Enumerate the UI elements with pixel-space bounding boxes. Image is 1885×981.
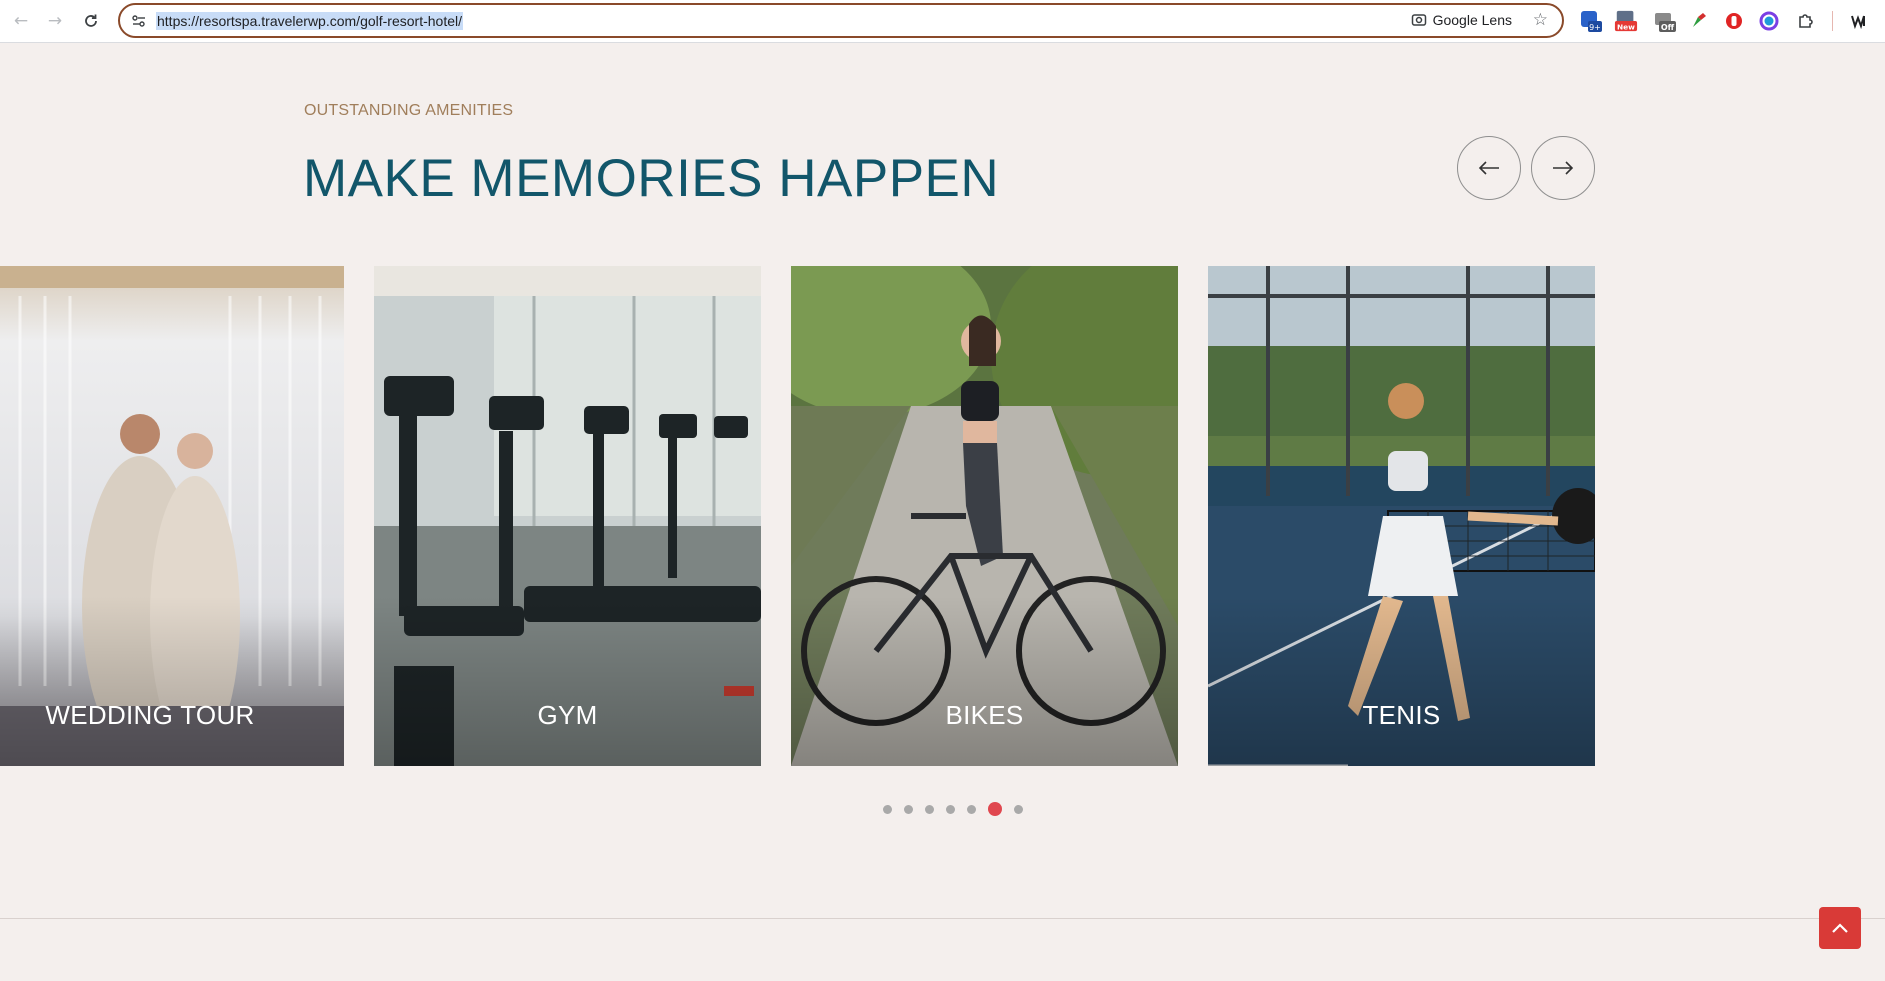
arrow-right-icon: [1553, 161, 1574, 175]
amenity-card-tenis[interactable]: TENIS: [1208, 266, 1595, 766]
carousel-next-button[interactable]: [1531, 136, 1595, 200]
arrow-left-icon: [1478, 161, 1499, 175]
ext-off-badge: Off: [1661, 23, 1675, 32]
carousel-dot-1[interactable]: [883, 804, 892, 814]
card-title: TENIS: [1362, 700, 1441, 730]
card-shade: [0, 596, 344, 766]
extension-toggle-icon[interactable]: Off: [1653, 9, 1677, 33]
card-title: GYM: [537, 700, 598, 730]
bookmark-star-icon[interactable]: ☆: [1533, 10, 1548, 30]
carousel-dot-6[interactable]: [988, 802, 1002, 816]
google-lens-button[interactable]: Google Lens: [1411, 12, 1512, 28]
extension-stop-icon[interactable]: [1722, 9, 1746, 33]
lens-label: Google Lens: [1432, 12, 1512, 28]
section-title: MAKE MEMORIES HAPPEN: [303, 149, 1000, 208]
amenity-card-gym[interactable]: GYM: [374, 266, 761, 766]
amenity-card-wedding[interactable]: WEDDING TOUR: [0, 266, 344, 766]
reload-button[interactable]: [78, 8, 104, 34]
card-title: WEDDING TOUR: [45, 700, 255, 730]
carousel-dot-7[interactable]: [1014, 804, 1023, 814]
toolbar-separator: [1832, 11, 1833, 31]
reload-icon: [85, 14, 97, 27]
scroll-to-top-button[interactable]: [1819, 907, 1861, 949]
carousel-dot-2[interactable]: [904, 804, 913, 814]
card-shade: [1208, 596, 1595, 766]
carousel-dot-5[interactable]: [967, 804, 976, 814]
address-bar[interactable]: https://resortspa.travelerwp.com/golf-re…: [118, 3, 1564, 38]
amenity-card-bikes[interactable]: BIKES: [791, 266, 1178, 766]
carousel-prev-button[interactable]: [1457, 136, 1521, 200]
extension-wp-icon[interactable]: [1847, 9, 1871, 33]
extension-rainbow-icon[interactable]: [1757, 9, 1781, 33]
extension-translate-icon[interactable]: 9+: [1579, 9, 1603, 33]
extension-news-icon[interactable]: New: [1614, 9, 1638, 33]
extensions-puzzle-icon[interactable]: [1794, 9, 1818, 33]
ext-new-badge: New: [1617, 22, 1635, 31]
carousel-dot-4[interactable]: [946, 804, 955, 814]
back-button[interactable]: ←: [8, 8, 34, 34]
site-settings-icon[interactable]: [130, 12, 148, 30]
card-shade: [374, 596, 761, 766]
carousel-dot-3[interactable]: [925, 804, 934, 814]
card-title: BIKES: [945, 700, 1024, 730]
carousel-pagination: [883, 802, 1023, 816]
section-divider: [0, 918, 1885, 919]
forward-button[interactable]: →: [42, 8, 68, 34]
card-shade: [791, 596, 1178, 766]
lens-icon: [1411, 14, 1426, 26]
ext-counter-badge: 9+: [1589, 23, 1601, 32]
extension-color-picker-icon[interactable]: [1687, 9, 1711, 33]
url-text[interactable]: https://resortspa.travelerwp.com/golf-re…: [156, 12, 464, 30]
chevron-up-icon: [1832, 923, 1848, 933]
browser-toolbar: ← → https://resortspa.travelerwp.com/gol…: [0, 0, 1885, 43]
section-eyebrow: OUTSTANDING AMENITIES: [304, 102, 514, 119]
